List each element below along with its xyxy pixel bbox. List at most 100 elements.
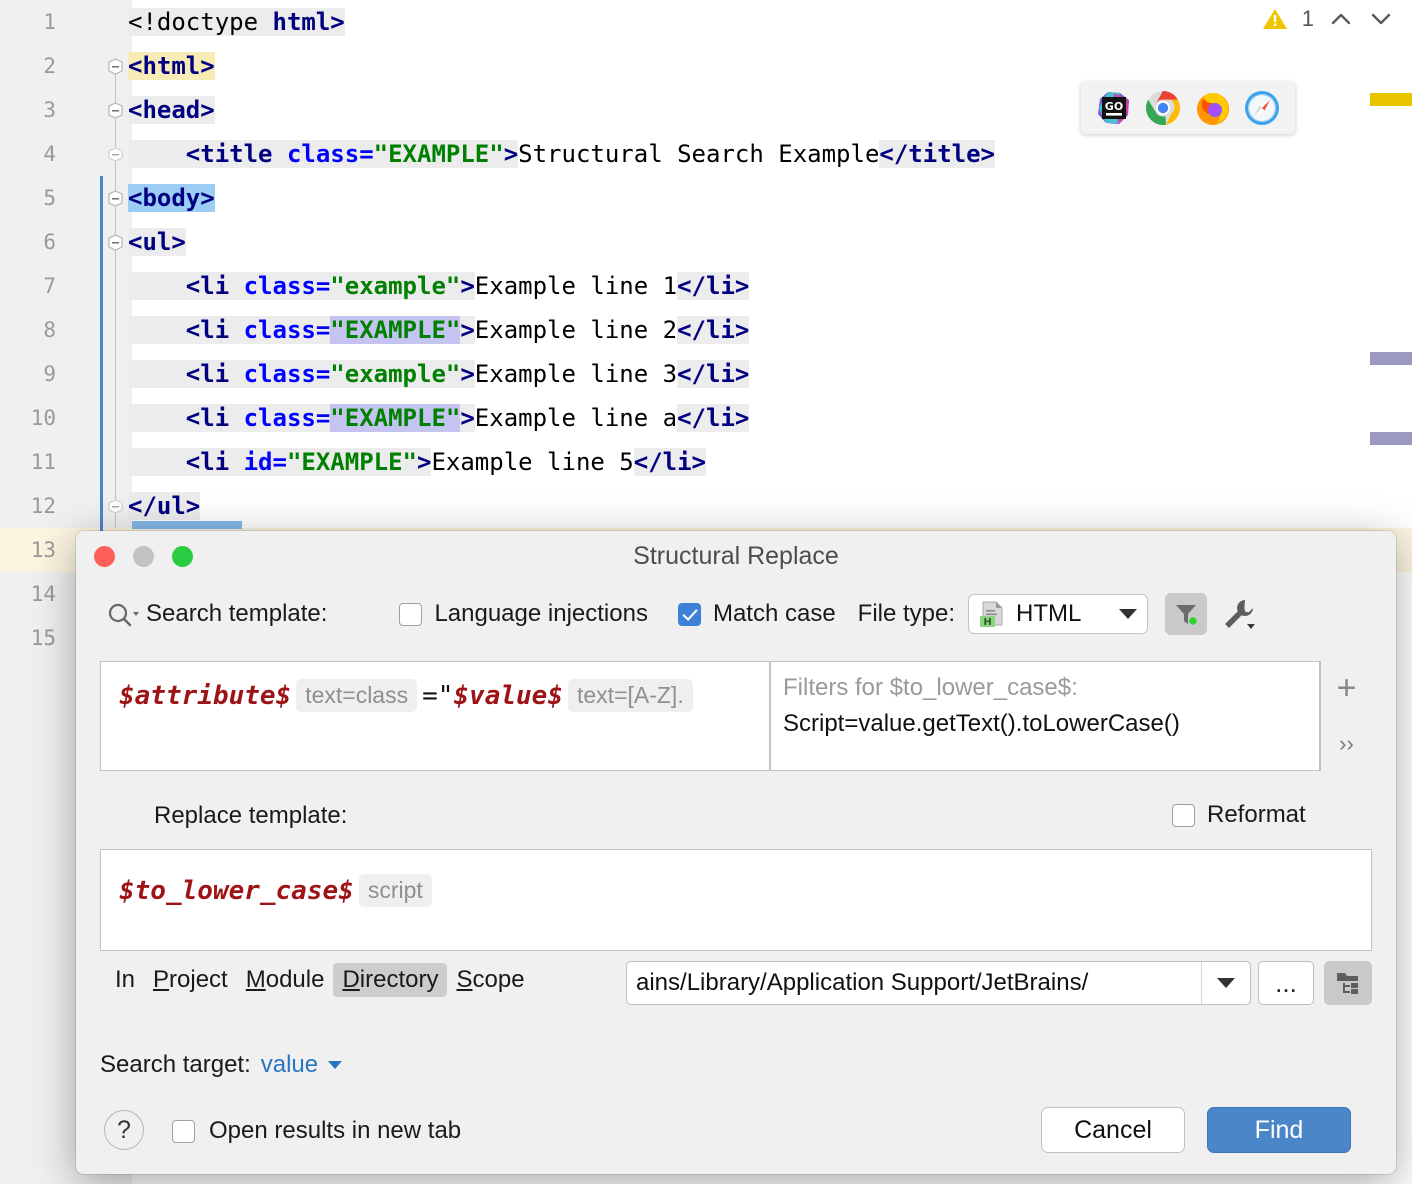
code-text: <!doctype html> [128,0,345,44]
fold-icon-head[interactable] [107,102,124,119]
code-line[interactable]: 11 <li id="EXAMPLE">Example line 5</li> [0,440,1412,484]
open-results-label: Open results in new tab [209,1117,461,1145]
find-button[interactable]: Find [1207,1107,1351,1153]
line-number: 12 [0,484,56,528]
line-number: 1 [0,0,56,44]
line-number: 4 [0,132,56,176]
filter-toggle-button[interactable] [1165,593,1207,635]
code-line[interactable]: 7 <li class="example">Example line 1</li… [0,264,1412,308]
code-line[interactable]: 4 <title class="EXAMPLE">Structural Sear… [0,132,1412,176]
chevron-up-icon[interactable] [1328,7,1354,31]
search-target-row[interactable]: Search target: value [100,1051,342,1079]
language-injections-box[interactable] [399,603,422,626]
chevron-down-icon[interactable] [1368,7,1394,31]
search-hint-attribute: text=class [296,679,417,712]
structural-replace-dialog[interactable]: Structural Replace Search template: Lang… [76,531,1396,1174]
code-line[interactable]: 9 <li class="example">Example line 3</li… [0,352,1412,396]
chrome-icon[interactable] [1143,88,1183,128]
line-number: 11 [0,440,56,484]
code-text: <head> [128,88,215,132]
line-number: 13 [0,528,56,572]
cancel-button[interactable]: Cancel [1041,1107,1185,1153]
chevron-down-icon[interactable] [1119,609,1137,619]
code-text: <ul> [128,220,186,264]
filters-script: Script=value.getText().toLowerCase() [783,710,1319,738]
replace-template-editor[interactable]: $to_lower_case$ script [100,849,1372,951]
help-button[interactable]: ? [104,1110,144,1150]
code-line[interactable]: 12</ul> [0,484,1412,528]
fold-icon-html[interactable] [107,58,124,75]
fold-icon-ul[interactable] [107,234,124,251]
line-number: 14 [0,572,56,616]
dialog-titlebar[interactable]: Structural Replace [76,531,1396,583]
stripe-warning[interactable] [1370,93,1412,106]
code-text: <li class="EXAMPLE">Example line 2</li> [128,308,749,352]
svg-text:GO: GO [1105,100,1123,113]
stripe-match-2[interactable] [1370,432,1412,445]
browser-launcher-bar[interactable]: GO [1081,82,1295,134]
line-number: 9 [0,352,56,396]
match-case-label: Match case [713,600,836,628]
filters-side-buttons[interactable]: + ›› [1320,661,1372,771]
scope-option-project[interactable]: Project [144,963,237,997]
more-filters-button[interactable]: ›› [1321,716,1372,771]
scope-option-scope[interactable]: Scope [447,963,533,997]
fold-icon-body[interactable] [107,190,124,207]
firefox-icon[interactable] [1193,88,1233,128]
line-number: 3 [0,88,56,132]
search-var-value: $value$ [453,681,563,711]
match-case-box[interactable] [678,603,701,626]
file-type-value: HTML [1016,600,1081,628]
reformat-checkbox[interactable]: Reformat [1172,801,1306,829]
add-filter-button[interactable]: + [1321,661,1372,716]
search-equals-quote: =" [422,681,453,711]
dialog-title: Structural Replace [76,542,1396,571]
options-wrench-button[interactable] [1217,593,1261,635]
path-dropdown-button[interactable] [1201,962,1250,1004]
code-text: <li class="example">Example line 1</li> [128,264,749,308]
directory-tree-button[interactable] [1324,961,1372,1005]
search-target-value[interactable]: value [261,1051,318,1079]
code-line[interactable]: 8 <li class="EXAMPLE">Example line 2</li… [0,308,1412,352]
code-text: <li id="EXAMPLE">Example line 5</li> [128,440,706,484]
scope-in-label: In [106,963,144,997]
reformat-label: Reformat [1207,801,1306,829]
language-injections-checkbox[interactable]: Language injections [399,600,648,628]
filters-panel[interactable]: Filters for $to_lower_case$: Script=valu… [770,661,1320,771]
code-text: <title class="EXAMPLE">Structural Search… [128,132,995,176]
open-results-box[interactable] [172,1120,195,1143]
stripe-match-1[interactable] [1370,352,1412,365]
goland-icon[interactable]: GO [1094,88,1134,128]
code-line[interactable]: 1 <!doctype html> [0,0,1412,44]
reformat-box[interactable] [1172,804,1195,827]
file-type-combo[interactable]: H HTML [968,594,1148,634]
line-number: 15 [0,616,56,660]
replace-var: $to_lower_case$ [119,876,354,906]
warning-triangle-icon [1262,7,1288,31]
open-results-checkbox[interactable]: Open results in new tab [172,1117,461,1145]
scope-option-module[interactable]: Module [237,963,334,997]
chevron-down-icon[interactable] [328,1061,342,1069]
html-file-icon: H [979,600,1006,628]
code-line[interactable]: 5<body> [0,176,1412,220]
match-case-checkbox[interactable]: Match case [678,600,836,628]
file-type-label: File type: [858,600,955,628]
code-text: <li class="EXAMPLE">Example line a</li> [128,396,749,440]
directory-path-value[interactable]: ains/Library/Application Support/JetBrai… [627,969,1201,997]
directory-path-combo[interactable]: ains/Library/Application Support/JetBrai… [626,961,1251,1005]
line-number: 8 [0,308,56,352]
code-line[interactable]: 6<ul> [0,220,1412,264]
replace-hint: script [359,874,432,907]
search-icon[interactable] [105,601,139,627]
search-template-editor[interactable]: $attribute$ text=class =" $value$ text=[… [100,661,770,771]
safari-icon[interactable] [1242,88,1282,128]
code-text: <html> [128,44,215,88]
code-text: <li class="example">Example line 3</li> [128,352,749,396]
scope-selector[interactable]: In Project Module Directory Scope [106,963,534,997]
browse-directory-button[interactable]: ... [1258,961,1314,1005]
code-line[interactable]: 10 <li class="EXAMPLE">Example line a</l… [0,396,1412,440]
fold-icon-title[interactable] [107,146,124,163]
inspection-widget[interactable]: 1 [1262,6,1394,32]
fold-icon-ul-close[interactable] [107,498,124,515]
scope-option-directory[interactable]: Directory [333,963,447,997]
